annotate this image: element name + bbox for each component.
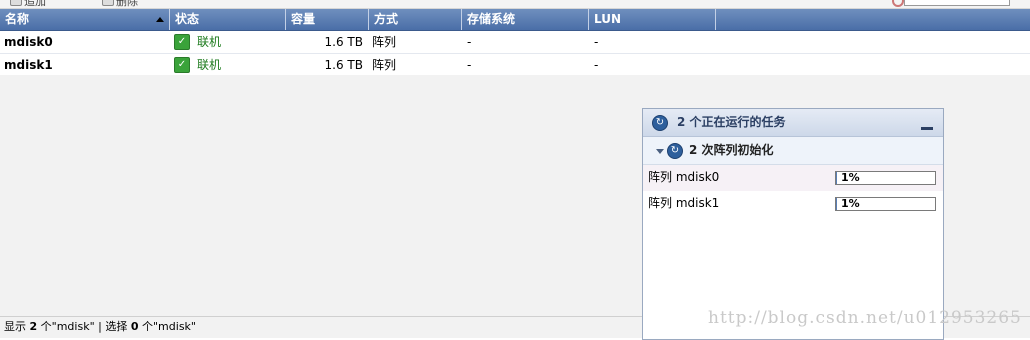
storage-system-cell: - xyxy=(467,58,472,72)
column-header-name[interactable]: 名称 xyxy=(0,9,170,30)
toolbar-item-add[interactable]: 追加 xyxy=(24,0,46,8)
task-group-header[interactable]: ↻ 2 次阵列初始化 xyxy=(643,137,943,165)
column-header-storage-system[interactable]: 存储系统 xyxy=(462,9,589,30)
progress-bar: 1% xyxy=(835,171,936,185)
lun-cell: - xyxy=(594,35,599,49)
task-label: 阵列 mdisk1 xyxy=(648,196,720,210)
progress-text: 1% xyxy=(841,197,860,210)
mdisk-name: mdisk1 xyxy=(4,58,53,72)
status-middle: 个"mdisk" | 选择 xyxy=(40,320,128,333)
sort-ascending-icon xyxy=(156,17,164,22)
minimize-icon[interactable] xyxy=(921,127,933,130)
refresh-icon: ↻ xyxy=(667,143,683,159)
refresh-icon: ↻ xyxy=(652,115,668,131)
panel-title: 2 个正在运行的任务 xyxy=(677,115,786,129)
check-icon: ✓ xyxy=(174,56,190,73)
status-text: 联机 xyxy=(197,35,222,49)
column-header-label: 容量 xyxy=(291,12,316,26)
mdisk-name: mdisk0 xyxy=(4,35,53,49)
panel-title-bar: ↻ 2 个正在运行的任务 xyxy=(643,109,943,137)
storage-system-cell: - xyxy=(467,35,472,49)
status-cell: ✓ 联机 xyxy=(170,31,286,53)
column-header-mode[interactable]: 方式 xyxy=(369,9,462,30)
check-icon: ✓ xyxy=(174,33,190,50)
task-label: 阵列 mdisk0 xyxy=(648,170,720,184)
task-row[interactable]: 阵列 mdisk1 1% xyxy=(643,191,943,217)
mode-cell: 阵列 xyxy=(372,58,397,72)
running-tasks-panel: ↻ 2 个正在运行的任务 ↻ 2 次阵列初始化 阵列 mdisk0 1% 阵列 … xyxy=(642,108,944,340)
capacity-cell: 1.6 TB xyxy=(324,58,363,72)
column-header-label: 名称 xyxy=(5,12,30,26)
column-header-label: 存储系统 xyxy=(467,12,516,26)
add-icon[interactable] xyxy=(10,0,22,6)
toolbar-item-delete[interactable]: 删除 xyxy=(116,0,138,8)
status-text: 联机 xyxy=(197,58,222,72)
column-header-label: 方式 xyxy=(374,12,399,26)
delete-icon[interactable] xyxy=(102,0,114,6)
column-header-label: LUN xyxy=(594,12,622,26)
status-prefix: 显示 xyxy=(4,320,26,333)
selected-count: 0 xyxy=(130,320,139,333)
shown-count: 2 xyxy=(29,320,38,333)
search-icon xyxy=(892,0,904,7)
capacity-cell: 1.6 TB xyxy=(324,35,363,49)
search-input[interactable] xyxy=(904,0,1010,6)
task-row[interactable]: 阵列 mdisk0 1% xyxy=(643,165,943,191)
collapse-arrow-icon[interactable] xyxy=(656,149,664,154)
table-row[interactable]: mdisk0 ✓ 联机 1.6 TB 阵列 - - xyxy=(0,31,1030,54)
watermark: http://blog.csdn.net/u012953265 xyxy=(708,308,1022,328)
lun-cell: - xyxy=(594,58,599,72)
progress-text: 1% xyxy=(841,171,860,184)
status-suffix: 个"mdisk" xyxy=(142,320,196,333)
grid-header: 名称 状态 容量 方式 存储系统 LUN xyxy=(0,9,1030,31)
table-row[interactable]: mdisk1 ✓ 联机 1.6 TB 阵列 - - xyxy=(0,54,1030,77)
column-header-status[interactable]: 状态 xyxy=(170,9,286,30)
task-group-label: 2 次阵列初始化 xyxy=(689,143,774,157)
column-header-label: 状态 xyxy=(175,12,200,26)
progress-fill xyxy=(836,198,837,210)
progress-fill xyxy=(836,172,837,184)
progress-bar: 1% xyxy=(835,197,936,211)
column-header-lun[interactable]: LUN xyxy=(589,9,716,30)
column-header-capacity[interactable]: 容量 xyxy=(286,9,369,30)
mode-cell: 阵列 xyxy=(372,35,397,49)
toolbar: 追加 删除 xyxy=(0,0,1030,9)
status-cell: ✓ 联机 xyxy=(170,54,286,76)
